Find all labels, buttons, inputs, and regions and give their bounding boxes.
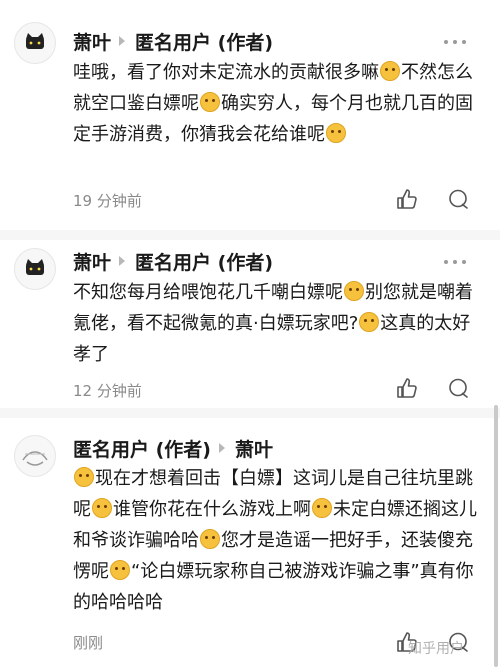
avatar[interactable] — [14, 435, 56, 477]
reply-arrow-icon — [119, 36, 126, 46]
more-dots-icon[interactable] — [444, 37, 468, 47]
emoji-icon — [110, 560, 130, 580]
thumbs-up-icon[interactable] — [396, 188, 418, 210]
emoji-icon — [200, 92, 220, 112]
reply-to-name[interactable]: 匿名用户 (作者) — [135, 28, 273, 55]
black-cat-avatar-icon — [26, 259, 44, 275]
comment-header: 萧叶 匿名用户 (作者) — [73, 28, 273, 54]
more-dots-icon[interactable] — [444, 257, 468, 267]
author-name[interactable]: 匿名用户 (作者) — [73, 435, 211, 462]
thumbs-up-icon[interactable] — [396, 377, 418, 399]
comment-bubble-icon[interactable] — [447, 188, 469, 210]
avatar[interactable] — [14, 22, 56, 64]
reply-arrow-icon — [218, 443, 225, 453]
avatar[interactable] — [14, 248, 56, 290]
comment-header: 萧叶 匿名用户 (作者) — [73, 248, 273, 274]
emoji-icon — [359, 312, 380, 332]
author-name[interactable]: 萧叶 — [73, 248, 111, 275]
timestamp: 刚刚 — [73, 634, 104, 652]
emoji-icon — [200, 529, 220, 549]
emoji-icon — [326, 123, 346, 143]
comment-card: 萧叶 匿名用户 (作者) 不知您每月给喂饱花几千嘲白嫖呢 别您就是嘲着氪佬，看不起… — [0, 240, 500, 408]
divider — [0, 408, 500, 418]
comment-card: 匿名用户 (作者) 萧叶 现在才想着回击【白嫖】这词儿是自己往坑里跳呢 谁管你花在… — [0, 418, 500, 667]
comment-card: 萧叶 匿名用户 (作者) 哇哦，看了你对未定流水的贡献很多嘛 不然怎么就空口鉴白嫖… — [0, 0, 500, 230]
timestamp: 12 分钟前 — [73, 382, 142, 400]
comment-header: 匿名用户 (作者) 萧叶 — [73, 435, 273, 461]
emoji-icon — [312, 498, 332, 518]
reply-to-name[interactable]: 匿名用户 (作者) — [135, 248, 273, 275]
watermark: 知乎用户 — [408, 641, 464, 657]
emoji-icon — [380, 61, 400, 81]
scrollbar[interactable] — [494, 405, 498, 667]
timestamp: 19 分钟前 — [73, 192, 142, 210]
reply-arrow-icon — [119, 256, 126, 266]
emoji-icon — [92, 498, 112, 518]
comment-text: 哇哦，看了你对未定流水的贡献很多嘛 不然怎么就空口鉴白嫖呢 确实穷人，每个月也就几百… — [73, 61, 473, 145]
author-name[interactable]: 萧叶 — [73, 28, 111, 55]
divider — [0, 230, 500, 240]
black-cat-avatar-icon — [26, 33, 44, 49]
reply-to-name[interactable]: 萧叶 — [235, 435, 273, 462]
emoji-icon — [74, 467, 94, 487]
anonymous-sketch-avatar-icon — [22, 451, 48, 466]
emoji-icon — [344, 281, 364, 301]
comment-bubble-icon[interactable] — [447, 377, 469, 399]
comment-text: 不知您每月给喂饱花几千嘲白嫖呢 别您就是嘲着氪佬，看不起微氪的真·白嫖玩家吧? 这真… — [73, 281, 473, 365]
comment-text: 现在才想着回击【白嫖】这词儿是自己往坑里跳呢 谁管你花在什么游戏上啊 未定白嫖还搁这… — [73, 467, 477, 613]
